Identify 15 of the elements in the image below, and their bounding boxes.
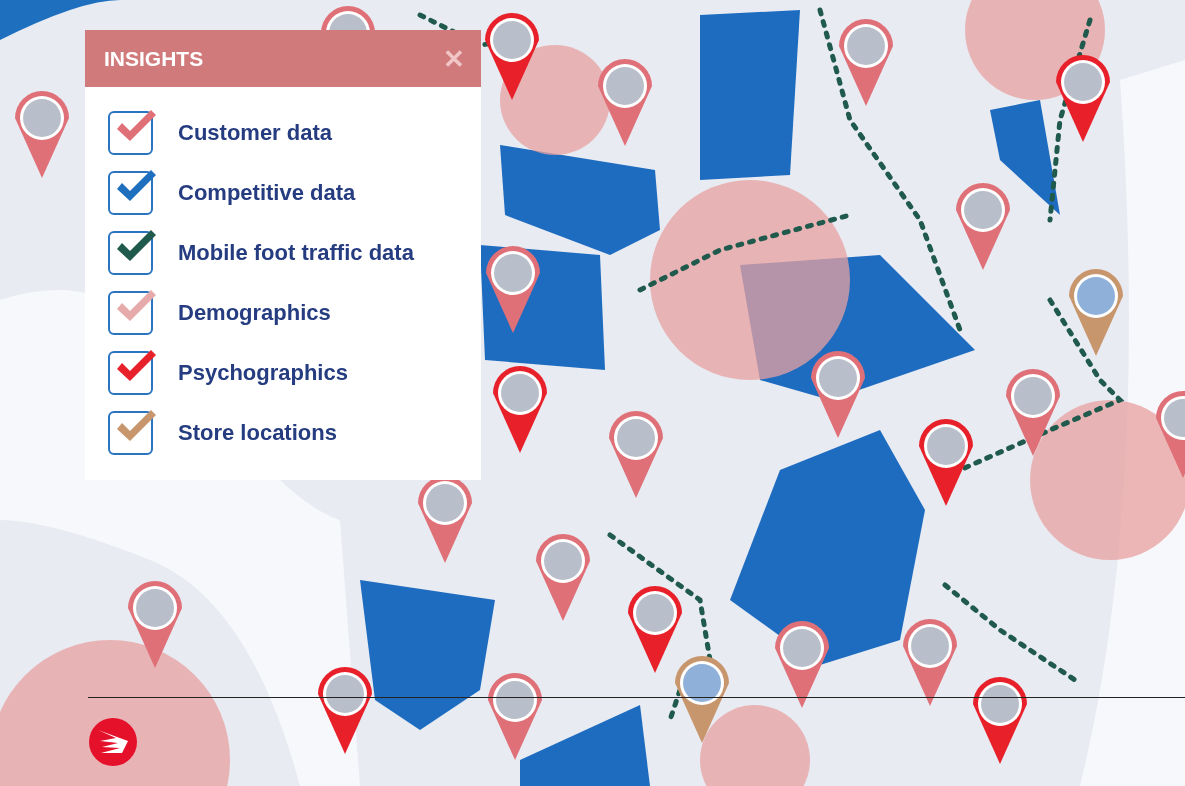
layer-label: Customer data xyxy=(178,118,333,147)
checkbox[interactable] xyxy=(108,289,154,335)
checkbox[interactable] xyxy=(108,109,154,155)
layer-label: Demographics xyxy=(178,298,331,327)
checkbox[interactable] xyxy=(108,349,154,395)
layer-label: Mobile foot traffic data xyxy=(178,238,414,267)
layer-label: Psychographics xyxy=(178,358,348,387)
checkbox[interactable] xyxy=(108,409,154,455)
checkbox[interactable] xyxy=(108,169,154,215)
layer-label: Store locations xyxy=(178,418,337,447)
checkbox[interactable] xyxy=(108,229,154,275)
close-button[interactable]: ✕ xyxy=(443,45,465,72)
logo-icon xyxy=(88,717,138,767)
panel-title: INSIGHTS xyxy=(104,45,204,72)
layer-label: Competitive data xyxy=(178,178,356,207)
